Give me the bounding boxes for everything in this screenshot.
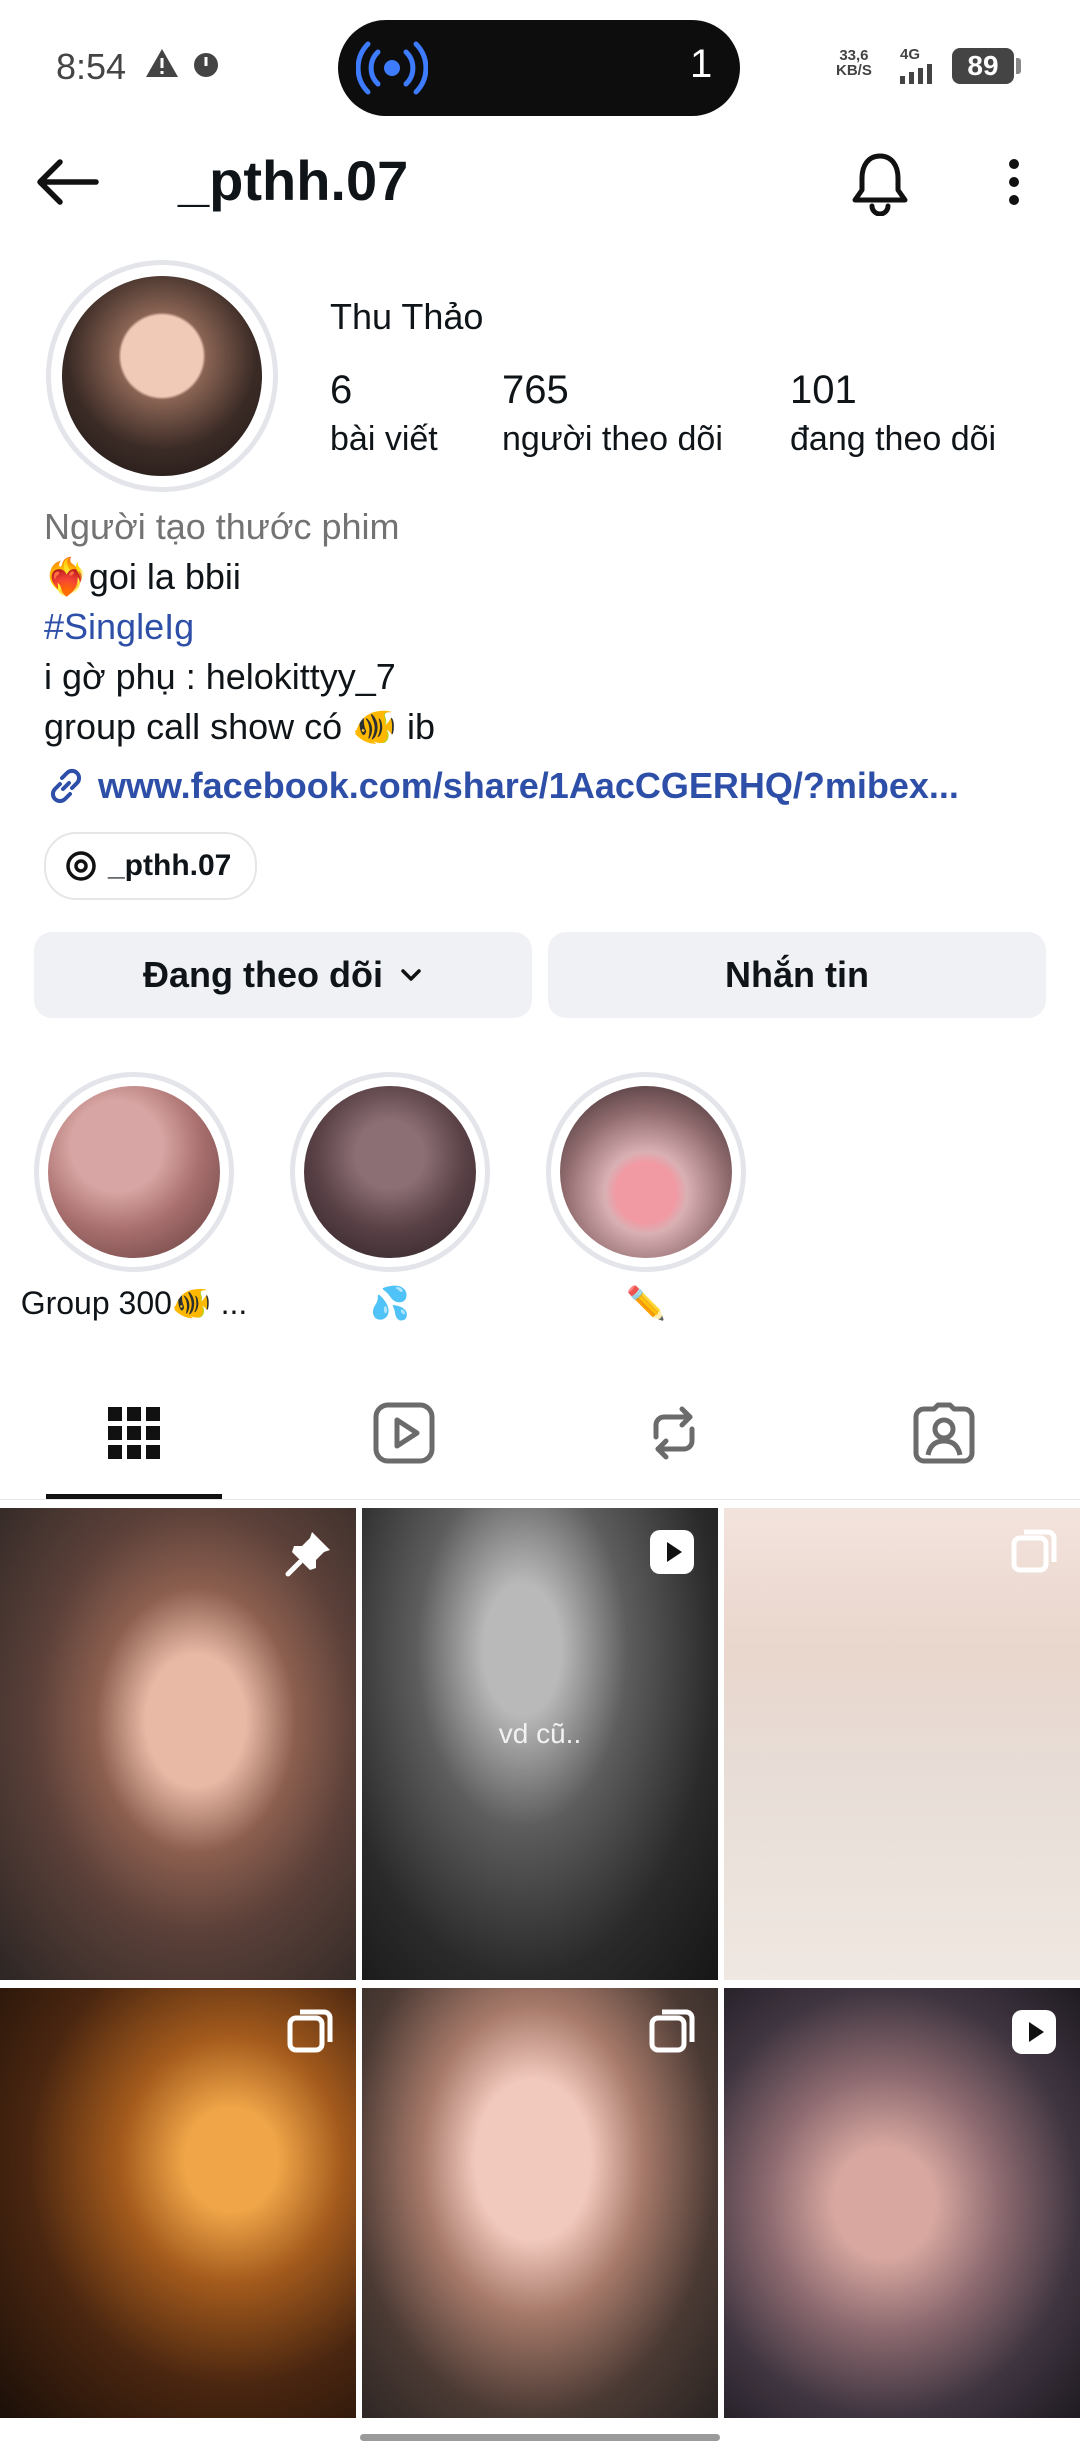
threads-handle: _pthh.07	[108, 849, 232, 882]
tagged-icon	[913, 1402, 975, 1464]
posts-count[interactable]: 6	[330, 368, 352, 413]
post-thumbnail[interactable]	[362, 1988, 718, 2418]
highlight-cover[interactable]	[48, 1086, 220, 1258]
pin-icon	[285, 1532, 330, 1577]
carousel-icon	[1011, 1529, 1057, 1573]
network-speed: 33,6 KB/S	[836, 47, 872, 79]
tab-posts-grid[interactable]	[99, 1398, 169, 1468]
notification-bell-icon[interactable]	[848, 150, 912, 216]
post-thumbnail[interactable]	[0, 1988, 356, 2418]
post-overlay-text: vd cũ..	[498, 1718, 582, 1749]
tab-reels[interactable]	[369, 1398, 439, 1468]
warning-icon	[146, 49, 178, 77]
avatar[interactable]	[62, 276, 262, 476]
highlight-label[interactable]: Group 300🐠 ...	[4, 1284, 264, 1322]
post-thumbnail[interactable]	[0, 1508, 356, 1980]
threads-badge[interactable]: _pthh.07	[44, 832, 258, 900]
reel-icon	[1012, 2010, 1056, 2054]
signal-icon	[900, 64, 932, 84]
following-label[interactable]: đang theo dõi	[790, 420, 996, 459]
tab-divider	[0, 1499, 1080, 1500]
highlight-cover[interactable]	[304, 1086, 476, 1258]
chevron-down-icon	[401, 969, 421, 981]
highlight-label[interactable]: ✏️	[546, 1284, 746, 1322]
back-arrow-icon[interactable]	[34, 156, 100, 208]
bio-hashtag[interactable]: #SingleIg	[44, 606, 194, 648]
reels-icon	[373, 1402, 435, 1464]
carousel-icon	[649, 2009, 695, 2053]
followers-count[interactable]: 765	[502, 368, 569, 413]
bio-line: group call show có 🐠 ib	[44, 706, 436, 747]
network-type: 4G	[900, 46, 921, 63]
home-indicator[interactable]	[360, 2434, 720, 2441]
following-button[interactable]: Đang theo dõi	[34, 932, 532, 1018]
carousel-icon	[287, 2009, 333, 2053]
message-button-label: Nhắn tin	[725, 954, 869, 995]
status-time: 8:54	[56, 46, 127, 87]
reel-icon	[650, 1530, 694, 1574]
timer-icon	[194, 53, 218, 77]
post-thumbnail[interactable]	[724, 1988, 1080, 2418]
link-icon	[50, 768, 82, 804]
battery-tip	[1016, 58, 1021, 74]
profile-username: _pthh.07	[178, 149, 409, 212]
following-button-label: Đang theo dõi	[143, 954, 383, 995]
threads-icon	[66, 851, 96, 881]
grid-icon	[108, 1407, 160, 1459]
highlight-cover[interactable]	[560, 1086, 732, 1258]
bio-line: i gờ phụ : helokittyy_7	[44, 656, 396, 697]
followers-label[interactable]: người theo dõi	[502, 420, 723, 459]
tab-reposts[interactable]	[639, 1398, 709, 1468]
repost-icon	[653, 1406, 695, 1460]
bio-line: ❤️‍🔥goi la bbii	[44, 556, 241, 597]
highlight-label[interactable]: 💦	[290, 1284, 490, 1322]
post-thumbnail[interactable]: vd cũ..	[362, 1508, 718, 1980]
pill-counter: 1	[690, 42, 713, 86]
broadcast-icon	[356, 41, 428, 95]
profile-link[interactable]: www.facebook.com/share/1AacCGERHQ/?mibex…	[44, 764, 959, 808]
tab-tagged[interactable]	[909, 1398, 979, 1468]
full-name: Thu Thảo	[330, 296, 484, 337]
message-button[interactable]: Nhắn tin	[548, 932, 1046, 1018]
profile-category: Người tạo thước phim	[44, 506, 400, 547]
battery-indicator: 89	[952, 48, 1014, 84]
more-options-icon[interactable]	[1000, 156, 1028, 208]
post-thumbnail[interactable]	[724, 1508, 1080, 1980]
posts-label[interactable]: bài viết	[330, 420, 438, 459]
following-count[interactable]: 101	[790, 368, 857, 413]
profile-link-text[interactable]: www.facebook.com/share/1AacCGERHQ/?mibex…	[98, 765, 959, 807]
